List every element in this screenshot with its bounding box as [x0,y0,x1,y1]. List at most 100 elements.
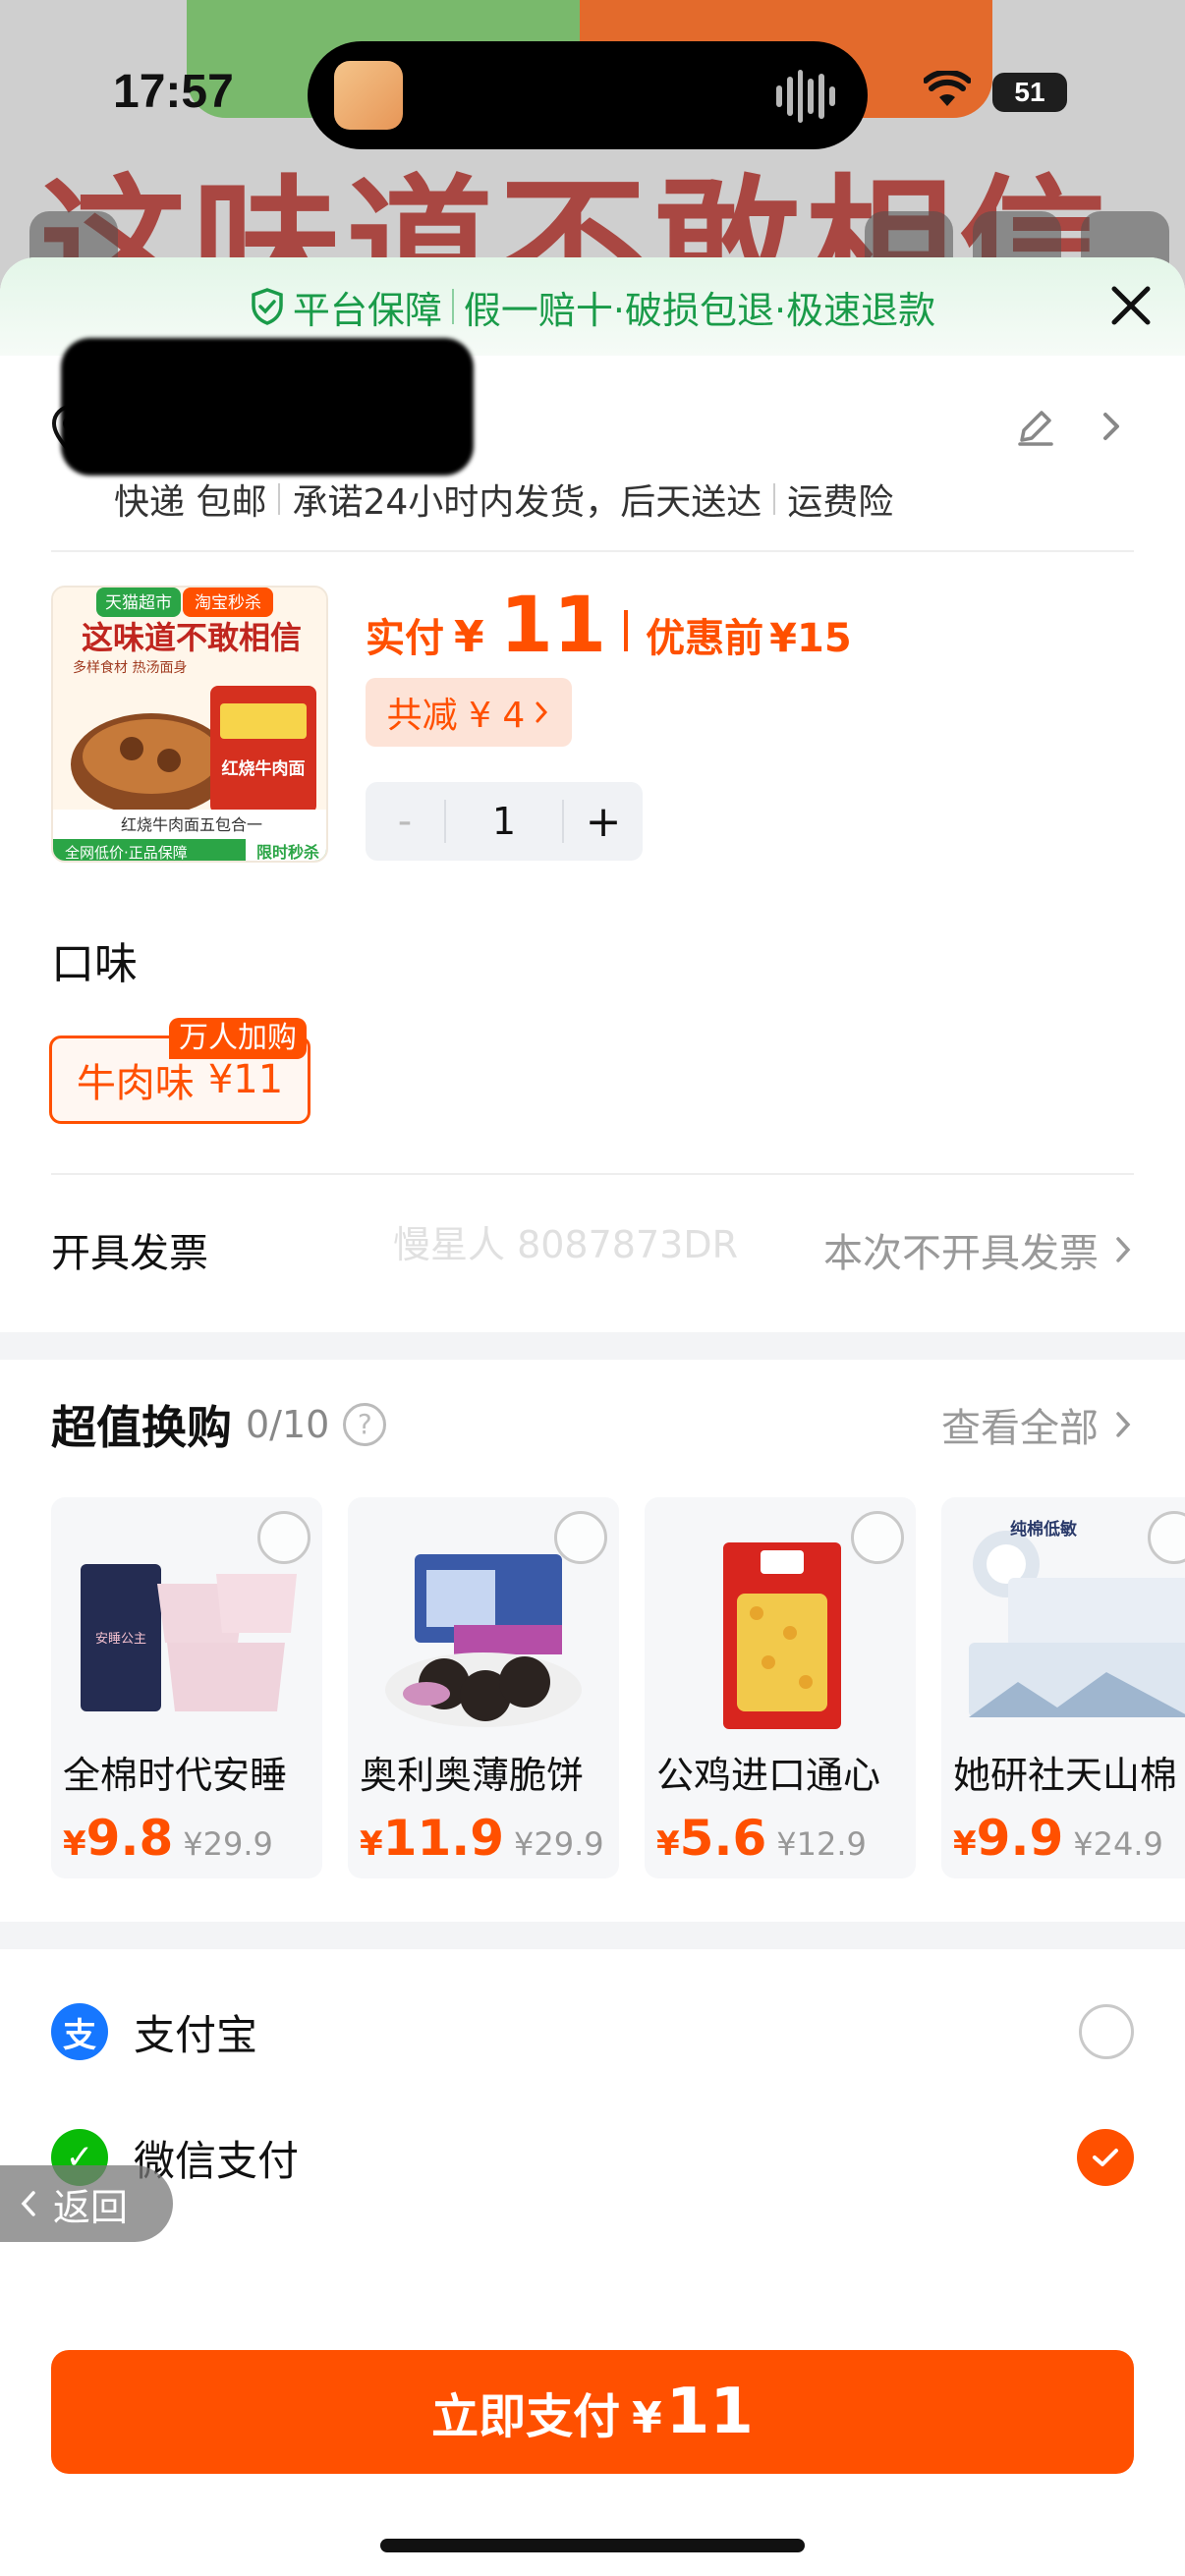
discount-badge[interactable]: 共减 ¥ 4 [366,678,572,747]
popular-badge: 万人加购 [169,1018,307,1059]
svg-text:安睡公主: 安睡公主 [95,1632,146,1647]
svg-text:淘宝秒杀: 淘宝秒杀 [195,593,261,613]
app-icon [334,61,403,130]
swap-item-name: 全棉时代安睡 [63,1754,288,1797]
invoice-label: 开具发票 [51,1231,208,1276]
chevron-left-icon [21,2191,35,2216]
swap-card[interactable]: 安睡公主 全棉时代安睡 ¥9.8 ¥29.9 [51,1497,322,1878]
chevron-right-icon [1103,413,1119,440]
swap-count: 0/10 [246,1403,330,1446]
watermark: 慢星人 8087873DR [393,1223,738,1266]
pay-currency: ¥ [632,2393,662,2443]
select-radio[interactable] [851,1511,904,1564]
final-price: 11 [499,582,607,670]
pay-amount: 11 [665,2376,754,2448]
invoice-value: 本次不开具发票 [823,1221,1134,1278]
payment-option-label-group: 支 支付宝 [51,2002,257,2062]
swap-item-original-price: ¥12.9 [776,1825,867,1863]
alipay-icon: 支 [51,2003,108,2060]
payment-name: 支付宝 [134,2010,258,2059]
payment-option-alipay[interactable]: 支 支付宝 [51,1983,1134,2081]
before-discount-label: 优惠前 [646,616,764,661]
currency-symbol: ¥ [454,612,484,662]
checkout-screen: 这味道不敢相信 17:57 51 平台保障 假一赔十·破损包退·极速退款 快递 … [0,0,1185,2576]
svg-text:红烧牛肉面五包合一: 红烧牛肉面五包合一 [121,815,262,834]
swap-item-prices: ¥5.6 ¥12.9 [656,1810,867,1867]
select-radio[interactable] [554,1511,607,1564]
flavor-option-name: 牛肉味 [76,1061,195,1106]
swap-item-price: ¥9.9 [953,1810,1064,1867]
swap-item-original-price: ¥29.9 [183,1825,273,1863]
flavor-option-price: ¥11 [207,1057,284,1102]
price-summary: 实付 ¥ 11 优惠前 ¥15 [366,582,852,670]
svg-text:这味道不敢相信: 这味道不敢相信 [82,619,302,656]
swap-item-price: ¥9.8 [63,1810,174,1867]
svg-text:全网低价·正品保障: 全网低价·正品保障 [65,844,188,862]
section-divider [51,1173,1134,1175]
chevron-right-icon [1116,1237,1131,1262]
wifi-icon [924,71,971,106]
home-indicator [380,2539,805,2552]
pay-now-label: 立即支付 [431,2389,621,2444]
view-all-link[interactable]: 查看全部 [941,1396,1134,1453]
swap-item-price: ¥5.6 [656,1810,767,1867]
section-divider [51,550,1134,552]
svg-text:纯棉低敏: 纯棉低敏 [1010,1519,1077,1540]
product-image: 天猫超市 淘宝秒杀 这味道不敢相信 多样食材 热汤面身 红烧牛肉面 红烧牛肉面五… [53,588,326,862]
flavor-title: 口味 [51,939,138,989]
decrease-button[interactable]: - [366,799,444,844]
address-section[interactable]: 快递 包邮 承诺24小时内发货，后天送达 运费险 [0,257,1185,552]
view-all-label: 查看全部 [941,1406,1099,1451]
section-gap [0,1922,1185,1949]
svg-text:红烧牛肉面: 红烧牛肉面 [222,758,306,779]
invoice-value-text: 本次不开具发票 [823,1231,1099,1276]
battery-indicator: 51 [992,73,1067,112]
payment-radio-selected[interactable] [1077,2129,1134,2186]
svg-text:多样食材 热汤面身: 多样食材 热汤面身 [73,659,187,676]
divider [773,483,776,515]
shipping-method: 快递 包邮 [114,482,267,523]
divider [278,483,281,515]
increase-button[interactable]: + [564,797,643,847]
back-button[interactable]: 返回 [0,2165,173,2242]
swap-item-name: 她研社天山棉 [953,1754,1178,1797]
swap-item-prices: ¥11.9 ¥29.9 [360,1810,604,1867]
status-time: 17:57 [113,66,234,118]
product-thumbnail[interactable]: 天猫超市 淘宝秒杀 这味道不敢相信 多样食材 热汤面身 红烧牛肉面 红烧牛肉面五… [51,586,328,863]
svg-text:天猫超市: 天猫超市 [105,593,172,613]
price-label: 实付 [366,616,444,661]
select-radio[interactable] [257,1511,310,1564]
help-icon[interactable]: ? [343,1403,387,1446]
discount-text: 共减 ¥ 4 [386,696,526,736]
swap-title: 超值换购 [51,1401,232,1454]
section-gap [0,1332,1185,1360]
swap-item-prices: ¥9.8 ¥29.9 [63,1810,273,1867]
back-label: 返回 [53,2185,129,2229]
swap-card[interactable]: 公鸡进口通心 ¥5.6 ¥12.9 [645,1497,916,1878]
swap-card[interactable]: 奥利奥薄脆饼 ¥11.9 ¥29.9 [348,1497,619,1878]
before-discount-price: ¥15 [769,616,852,661]
swap-item-price: ¥11.9 [360,1810,505,1867]
swap-item-original-price: ¥24.9 [1073,1825,1163,1863]
chevron-right-icon [1116,1412,1131,1437]
quantity-stepper[interactable]: - 1 + [366,782,643,861]
swap-item-name: 奥利奥薄脆饼 [360,1754,585,1797]
swap-item-prices: ¥9.9 ¥24.9 [953,1810,1163,1867]
shipping-info: 快递 包邮 承诺24小时内发货，后天送达 运费险 [114,474,893,525]
svg-text:限时秒杀: 限时秒杀 [256,843,319,862]
swap-header: 超值换购 0/10 ? 查看全部 [51,1385,1134,1464]
swap-item-name: 公鸡进口通心 [656,1754,881,1797]
chevron-right-icon [536,701,548,723]
swap-card-list: 安睡公主 全棉时代安睡 ¥9.8 ¥29.9 奥利奥薄脆饼 ¥11.9 ¥29.… [51,1497,1185,1878]
swap-item-original-price: ¥29.9 [514,1825,604,1863]
edit-icon[interactable] [1014,405,1057,448]
shipping-insurance: 运费险 [787,482,894,523]
payment-radio-unselected[interactable] [1079,2004,1134,2059]
swap-card[interactable]: 纯棉低敏 她研社天山棉 ¥9.9 ¥24.9 [941,1497,1185,1878]
payment-option-wechat[interactable]: ✓ 微信支付 [51,2108,1134,2207]
pay-now-button[interactable]: 立即支付 ¥ 11 [51,2350,1134,2474]
price-divider [624,610,629,651]
audio-wave-icon [776,69,835,124]
quantity-value[interactable]: 1 [444,800,564,843]
check-icon [1093,2149,1118,2166]
